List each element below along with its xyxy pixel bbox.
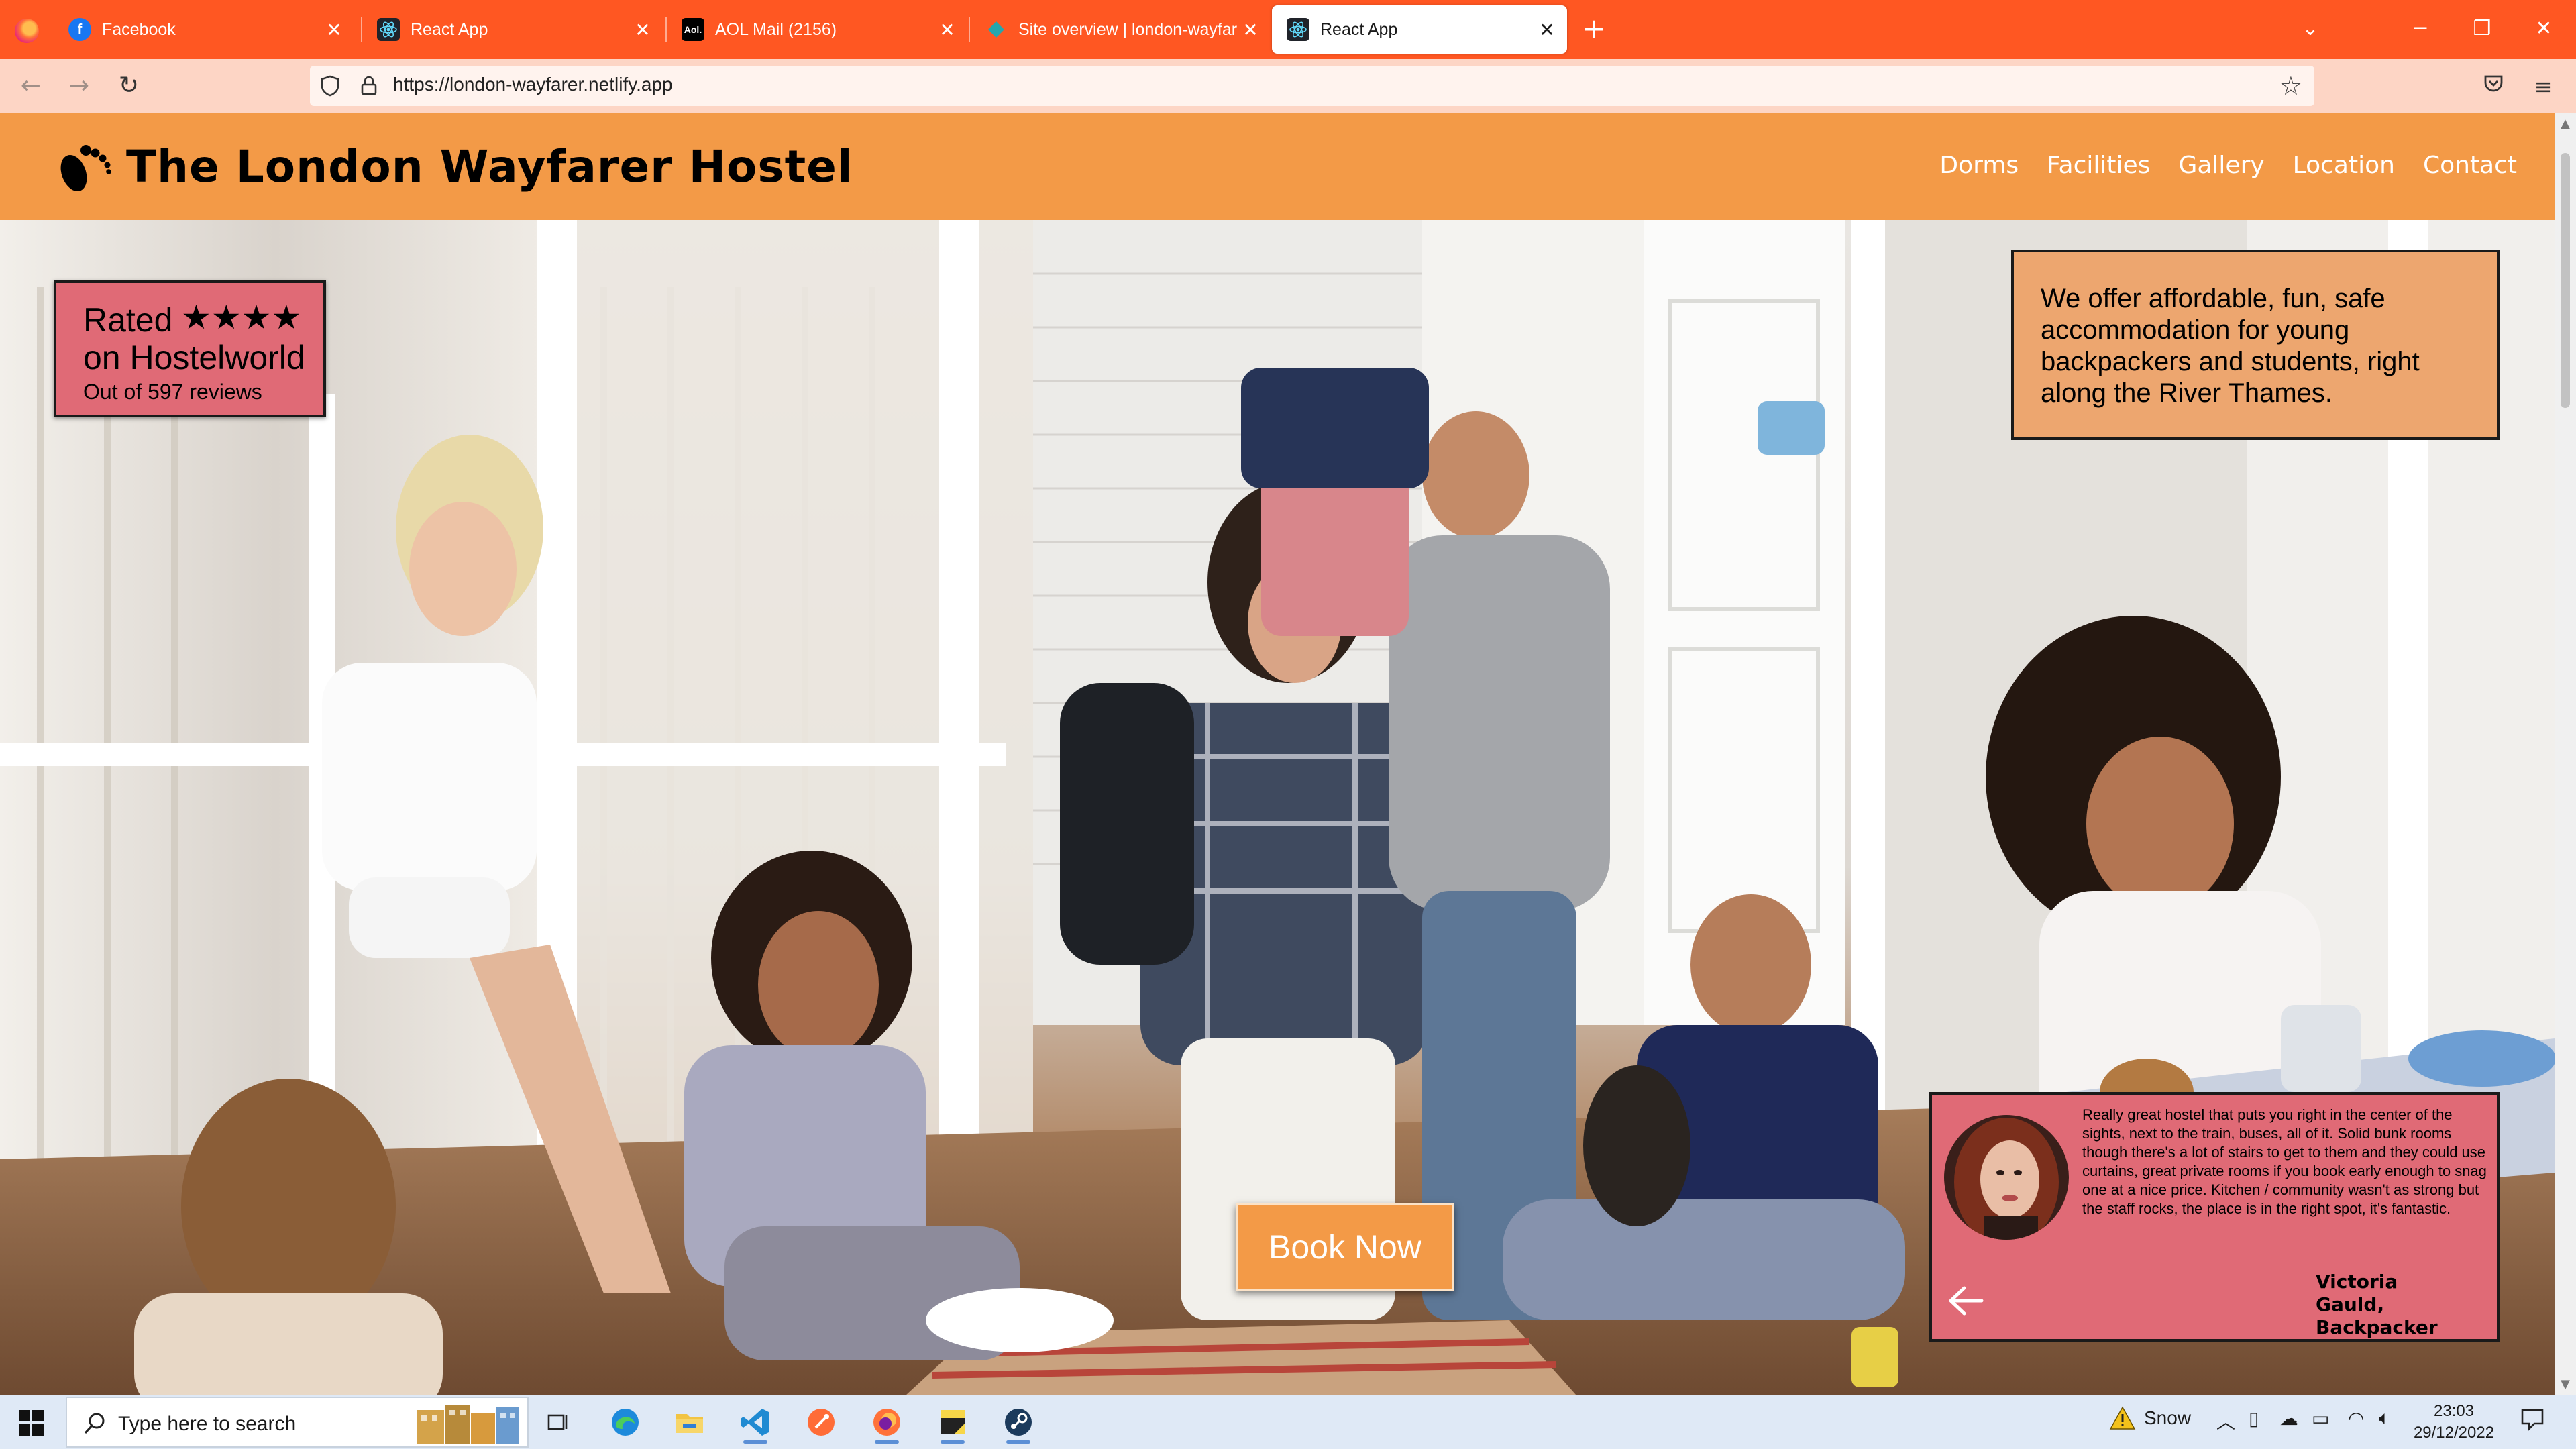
tab-react-app[interactable]: React App ✕ (362, 5, 663, 54)
netlify-icon (985, 18, 1008, 41)
site-header: The London Wayfarer Hostel Dorms Facilit… (0, 113, 2555, 220)
hostelworld-rating-card: Rated ★★★★ on Hostelworld Out of 597 rev… (54, 280, 326, 417)
react-icon (1287, 18, 1309, 41)
nav-link-gallery[interactable]: Gallery (2178, 152, 2264, 179)
app-menu-icon[interactable]: ≡ (2526, 70, 2560, 103)
scrollbar-thumb[interactable] (2561, 153, 2570, 408)
back-arrow-icon[interactable]: ← (13, 68, 48, 103)
system-clock[interactable]: 23:03 29/12/2022 (2407, 1401, 2501, 1444)
minimize-window-icon[interactable]: ─ (2400, 12, 2440, 46)
review-text: Really great hostel that puts you right … (2082, 1106, 2487, 1217)
page-viewport: The London Wayfarer Hostel Dorms Facilit… (0, 113, 2555, 1395)
windows-start-icon[interactable] (19, 1410, 44, 1436)
nav-link-dorms[interactable]: Dorms (1939, 152, 2019, 179)
clock-time: 23:03 (2433, 1402, 2475, 1420)
vscode-icon[interactable] (734, 1401, 777, 1444)
firefox-menu-icon[interactable] (15, 19, 39, 43)
clock-date: 29/12/2022 (2413, 1424, 2495, 1442)
intro-card: We offer affordable, fun, safe accommoda… (2011, 250, 2500, 440)
nav-link-location[interactable]: Location (2293, 152, 2395, 179)
navigation-toolbar: ← → ↻ https://london-wayfarer.netlify.ap… (0, 59, 2576, 113)
tab-react-app-active[interactable]: React App ✕ (1272, 5, 1567, 54)
weather-label[interactable]: Snow (2144, 1407, 2191, 1429)
previous-review-arrow-icon[interactable] (1947, 1284, 1984, 1318)
sticky-notes-icon[interactable] (931, 1401, 974, 1444)
new-tab-button[interactable]: + (1578, 13, 1610, 46)
tab-title: Site overview | london-wayfarer (1018, 19, 1237, 39)
tracking-protection-shield-icon[interactable] (318, 74, 342, 98)
tab-title: React App (411, 19, 488, 39)
url-text[interactable]: https://london-wayfarer.netlify.app (393, 74, 673, 95)
close-tab-icon[interactable]: ✕ (629, 19, 656, 41)
file-explorer-icon[interactable] (668, 1401, 711, 1444)
forward-arrow-icon[interactable]: → (62, 68, 97, 103)
rating-site: on Hostelworld (83, 339, 305, 376)
onedrive-cloud-icon[interactable]: ☁ (2279, 1407, 2298, 1430)
windows-taskbar: Type here to search Snow ︿ ▯ ☁ ▭ ◠ 🔈︎ 23… (0, 1395, 2576, 1449)
nav-link-contact[interactable]: Contact (2423, 152, 2517, 179)
footprint-logo-icon[interactable] (54, 136, 114, 193)
taskbar-search-box[interactable]: Type here to search (66, 1397, 529, 1448)
reviewer-avatar (1944, 1115, 2069, 1240)
search-placeholder: Type here to search (118, 1413, 297, 1435)
review-count: Out of 597 reviews (83, 380, 262, 404)
close-tab-icon[interactable]: ✕ (1534, 19, 1560, 41)
tab-aol-mail[interactable]: Aol. AOL Mail (2156) ✕ (667, 5, 967, 54)
review-author: Victoria Gauld, Backpacker (2316, 1271, 2438, 1338)
aol-icon: Aol. (682, 18, 704, 41)
pocket-icon[interactable] (2477, 70, 2510, 103)
site-nav: Dorms Facilities Gallery Location Contac… (1939, 152, 2545, 179)
volume-icon[interactable]: 🔈︎ (2379, 1407, 2390, 1430)
facebook-icon: f (68, 18, 91, 41)
close-tab-icon[interactable]: ✕ (1237, 19, 1264, 41)
list-all-tabs-icon[interactable]: ⌄ (2290, 12, 2330, 46)
tab-netlify[interactable]: Site overview | london-wayfarer ✕ (970, 5, 1271, 54)
task-view-icon[interactable] (537, 1401, 580, 1444)
page-scrollbar[interactable]: ▲ ▼ (2555, 113, 2576, 1395)
react-icon (377, 18, 400, 41)
close-window-icon[interactable]: ✕ (2524, 12, 2564, 46)
firefox-taskbar-icon[interactable] (865, 1401, 908, 1444)
steam-icon[interactable] (997, 1401, 1040, 1444)
lock-icon[interactable] (357, 74, 381, 98)
meet-now-icon[interactable]: ▯ (2249, 1407, 2259, 1430)
show-hidden-icons-icon[interactable]: ︿ (2216, 1407, 2235, 1434)
notifications-icon[interactable] (2520, 1406, 2545, 1436)
search-icon (84, 1413, 105, 1434)
site-title[interactable]: The London Wayfarer Hostel (126, 141, 853, 193)
nav-link-facilities[interactable]: Facilities (2047, 152, 2150, 179)
postman-icon[interactable] (800, 1401, 843, 1444)
battery-icon[interactable]: ▭ (2312, 1407, 2329, 1430)
close-tab-icon[interactable]: ✕ (934, 19, 961, 41)
tab-title: React App (1320, 19, 1398, 39)
close-tab-icon[interactable]: ✕ (321, 19, 347, 41)
bookmark-star-icon[interactable]: ☆ (2279, 71, 2302, 101)
wifi-icon[interactable]: ◠ (2348, 1407, 2364, 1430)
rating-label: Rated (83, 301, 173, 339)
review-card: Really great hostel that puts you right … (1929, 1092, 2500, 1342)
weather-snow-warning-icon[interactable] (2109, 1405, 2136, 1436)
scroll-up-icon[interactable]: ▲ (2555, 117, 2576, 131)
reload-icon[interactable]: ↻ (111, 68, 146, 103)
tab-title: Facebook (102, 19, 176, 39)
scroll-down-icon[interactable]: ▼ (2555, 1377, 2576, 1391)
browser-tab-strip: f Facebook ✕ React App ✕ Aol. AOL Mail (… (0, 0, 2576, 59)
edge-browser-icon[interactable] (604, 1401, 647, 1444)
tab-facebook[interactable]: f Facebook ✕ (54, 5, 354, 54)
tab-title: AOL Mail (2156) (715, 19, 837, 39)
rating-stars-icon: ★★★★ (181, 299, 302, 336)
restore-window-icon[interactable]: ❐ (2462, 12, 2502, 46)
search-highlight-illustration-icon[interactable] (413, 1401, 523, 1446)
book-now-button[interactable]: Book Now (1236, 1203, 1454, 1291)
address-bar[interactable]: https://london-wayfarer.netlify.app ☆ (310, 66, 2314, 106)
